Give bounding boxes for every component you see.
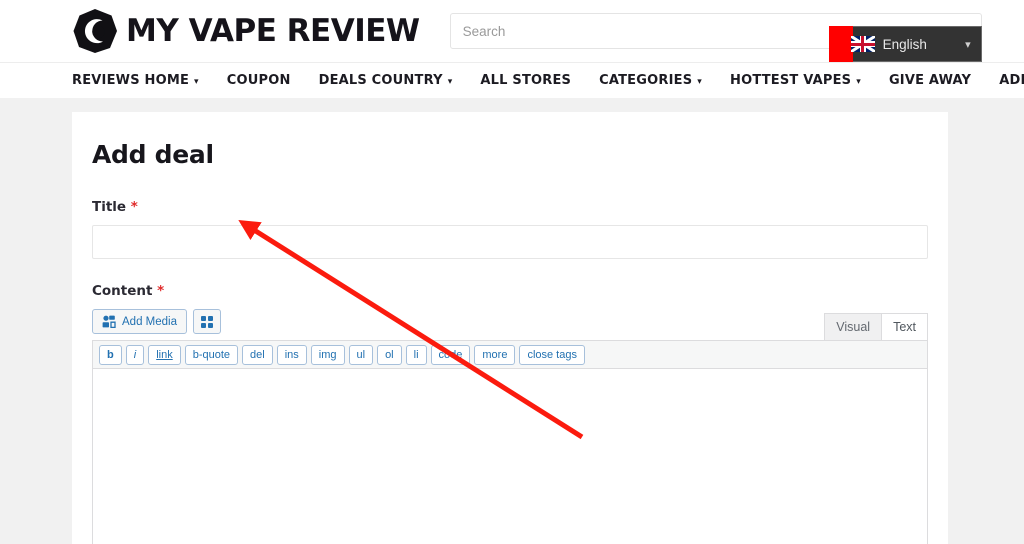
- chevron-down-icon: ▾: [447, 76, 453, 87]
- quicktag-i[interactable]: i: [125, 345, 145, 365]
- add-media-button[interactable]: Add Media: [92, 309, 187, 334]
- quicktag-ol[interactable]: ol: [377, 345, 402, 365]
- required-marker: *: [130, 199, 138, 215]
- quicktag-link[interactable]: link: [148, 345, 181, 365]
- title-input[interactable]: [92, 225, 928, 259]
- quicktag-del[interactable]: del: [242, 345, 273, 365]
- nav-item-add-deals[interactable]: ADD DEALS: [985, 73, 1024, 88]
- title-label-text: Title: [92, 199, 127, 215]
- language-accent-block: [828, 26, 853, 62]
- language-switcher-dropdown[interactable]: English ▾: [828, 26, 982, 62]
- chevron-down-icon: ▾: [965, 38, 971, 51]
- grid-blocks-button[interactable]: [192, 309, 221, 334]
- vape-wave-logo-icon: [72, 8, 118, 54]
- media-library-icon: [102, 315, 116, 329]
- content-field-label: Content *: [92, 283, 928, 299]
- nav-item-deals-country[interactable]: DEALS COUNTRY ▾: [305, 73, 467, 88]
- nav-item-give-away[interactable]: GIVE AWAY: [875, 73, 985, 88]
- grid-blocks-icon: [200, 315, 213, 328]
- content-textarea[interactable]: [92, 368, 928, 544]
- nav-item-all-stores[interactable]: ALL STORES: [466, 73, 585, 88]
- site-header: MY VAPE REVIEW English ▾ REVIEWS HOME: [0, 0, 1024, 98]
- page-body: Add deal Title * Content * Add Media Vis…: [0, 98, 1024, 544]
- editor-media-buttons: Add Media: [92, 309, 221, 340]
- nav-item-label: ALL STORES: [480, 73, 572, 88]
- language-label: English: [882, 36, 927, 52]
- tab-visual[interactable]: Visual: [824, 313, 883, 340]
- add-deal-form-card: Add deal Title * Content * Add Media Vis…: [72, 112, 948, 544]
- quicktag-ul[interactable]: ul: [348, 345, 374, 365]
- quicktag-close-tags[interactable]: close tags: [519, 345, 585, 365]
- nav-item-label: REVIEWS HOME: [72, 73, 190, 88]
- content-label-text: Content: [92, 283, 153, 299]
- nav-item-reviews-home[interactable]: REVIEWS HOME ▾: [72, 73, 213, 88]
- header-top-row: MY VAPE REVIEW English ▾: [0, 0, 1024, 62]
- nav-item-categories[interactable]: CATEGORIES ▾: [585, 73, 716, 88]
- quicktag-b-quote[interactable]: b-quote: [184, 345, 239, 365]
- quicktag-code[interactable]: code: [430, 345, 471, 365]
- chevron-down-icon: ▾: [194, 76, 199, 87]
- nav-item-label: COUPON: [226, 73, 291, 88]
- site-logo-link[interactable]: MY VAPE REVIEW: [72, 8, 420, 54]
- nav-item-label: GIVE AWAY: [888, 73, 972, 88]
- main-navigation: REVIEWS HOME ▾ COUPON DEALS COUNTRY ▾ AL…: [0, 62, 1024, 98]
- quicktag-img[interactable]: img: [310, 345, 345, 365]
- nav-item-hottest-vapes[interactable]: HOTTEST VAPES ▾: [716, 73, 875, 88]
- chevron-down-icon: ▾: [856, 76, 861, 87]
- editor-toolbar-row: Add Media Visual Text: [92, 309, 928, 340]
- title-field-label: Title *: [92, 199, 928, 215]
- quicktag-ins[interactable]: ins: [276, 345, 307, 365]
- uk-flag-icon: [850, 36, 875, 52]
- page-title: Add deal: [92, 140, 214, 169]
- nav-item-label: CATEGORIES: [599, 73, 693, 88]
- quicktag-li[interactable]: li: [405, 345, 427, 365]
- chevron-down-icon: ▾: [697, 76, 702, 87]
- content-editor: Add Media Visual Text b i link b-quote d…: [92, 309, 928, 544]
- nav-item-coupon[interactable]: COUPON: [213, 73, 305, 88]
- editor-quicktags-toolbar: b i link b-quote del ins img ul ol li co…: [92, 340, 928, 368]
- quicktag-more[interactable]: more: [474, 345, 516, 365]
- quicktag-b[interactable]: b: [99, 345, 122, 365]
- nav-item-label: ADD DEALS: [999, 73, 1024, 88]
- add-media-label: Add Media: [122, 315, 177, 328]
- nav-item-label: DEALS COUNTRY: [318, 73, 443, 88]
- nav-item-label: HOTTEST VAPES: [730, 73, 852, 88]
- required-marker: *: [157, 283, 165, 299]
- tab-text[interactable]: Text: [881, 313, 928, 340]
- site-brand-name: MY VAPE REVIEW: [126, 13, 420, 49]
- editor-mode-tabs: Visual Text: [824, 313, 928, 340]
- header-search-area: English ▾: [449, 13, 982, 62]
